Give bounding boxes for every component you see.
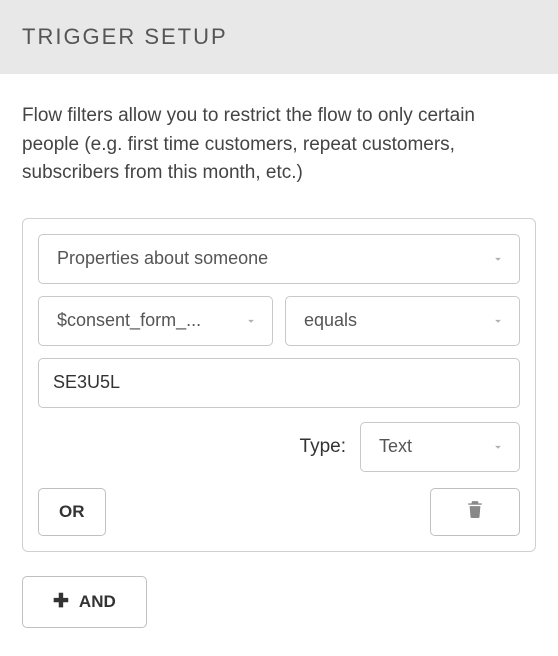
panel-header: TRIGGER SETUP: [0, 0, 558, 74]
property-operator-row: $consent_form_... equals: [38, 296, 520, 346]
plus-icon: ✚: [53, 590, 69, 613]
chevron-down-icon: [244, 314, 258, 328]
property-category-select[interactable]: Properties about someone: [38, 234, 520, 284]
chevron-down-icon: [491, 440, 505, 454]
type-value: Text: [379, 436, 412, 457]
operator-select[interactable]: equals: [285, 296, 520, 346]
operator-value: equals: [304, 310, 357, 331]
property-category-value: Properties about someone: [57, 248, 268, 269]
or-button-label: OR: [59, 502, 85, 522]
filter-value-input[interactable]: [38, 358, 520, 408]
chevron-down-icon: [491, 252, 505, 266]
or-button[interactable]: OR: [38, 488, 106, 536]
filter-group: Properties about someone $consent_form_.…: [22, 218, 536, 552]
page-title: TRIGGER SETUP: [22, 24, 536, 50]
filter-actions-row: OR: [38, 488, 520, 536]
property-name-value: $consent_form_...: [57, 310, 201, 331]
type-row: Type: Text: [38, 422, 520, 472]
chevron-down-icon: [491, 314, 505, 328]
panel-content: Flow filters allow you to restrict the f…: [0, 74, 558, 656]
property-category-row: Properties about someone: [38, 234, 520, 284]
and-button[interactable]: ✚ AND: [22, 576, 147, 628]
property-name-select[interactable]: $consent_form_...: [38, 296, 273, 346]
trash-icon: [467, 500, 483, 523]
description-text: Flow filters allow you to restrict the f…: [22, 102, 536, 188]
type-select[interactable]: Text: [360, 422, 520, 472]
and-button-label: AND: [79, 592, 116, 612]
type-label: Type:: [300, 436, 346, 458]
delete-filter-button[interactable]: [430, 488, 520, 536]
